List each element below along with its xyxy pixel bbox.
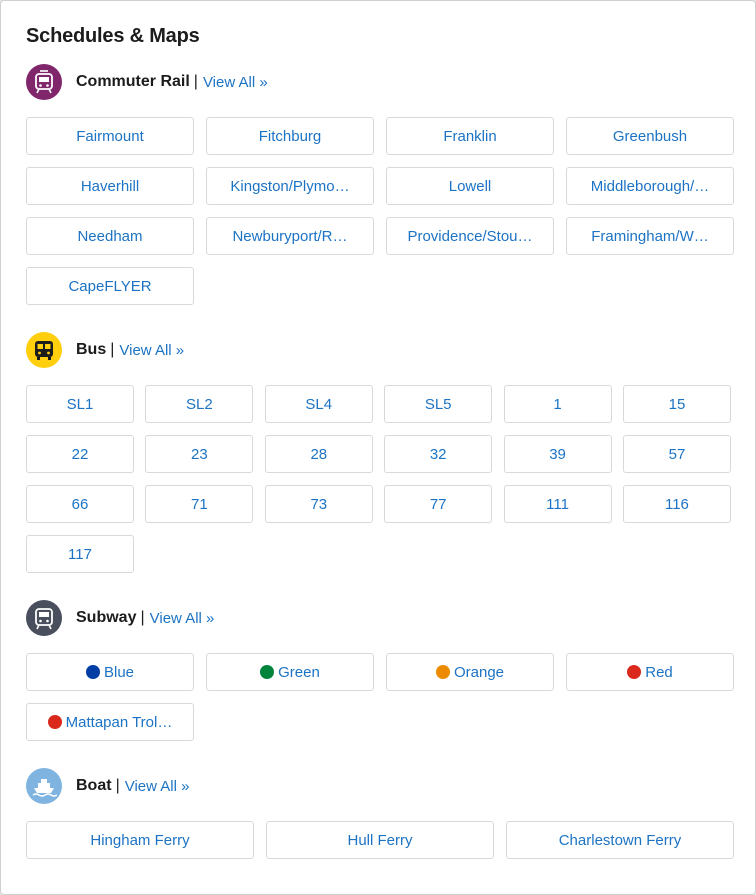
- bus-route-button[interactable]: 1: [503, 385, 612, 423]
- bus-route-button[interactable]: 116: [622, 485, 731, 523]
- bus-icon: [26, 332, 62, 368]
- commuter-rail-header: Commuter Rail | View All »: [26, 62, 268, 102]
- commuter-rail-icon: [26, 64, 62, 100]
- bus-route-button[interactable]: 39: [503, 435, 612, 473]
- bus-route-button[interactable]: 15: [622, 385, 731, 423]
- commuter-rail-lines: Fairmount Fitchburg Franklin Greenbush H…: [26, 117, 734, 305]
- bus-route-button[interactable]: 23: [145, 435, 254, 473]
- subway-line-button[interactable]: Blue: [26, 653, 194, 691]
- boat-view-all-link[interactable]: View All »: [125, 778, 190, 795]
- boat-icon: [26, 768, 62, 804]
- ferry-button[interactable]: Hull Ferry: [266, 821, 494, 859]
- separator: |: [193, 73, 198, 90]
- bus-title: Bus: [76, 341, 107, 358]
- green-line-dot: [260, 665, 275, 679]
- commuter-rail-view-all-link[interactable]: View All »: [203, 74, 268, 91]
- bus-route-button[interactable]: 111: [503, 485, 612, 523]
- commuter-rail-line-button[interactable]: Providence/Stou…: [386, 217, 554, 255]
- separator: |: [140, 609, 145, 626]
- commuter-rail-line-button[interactable]: Fitchburg: [206, 117, 374, 155]
- page-title: Schedules & Maps: [26, 25, 200, 47]
- bus-routes: SL1 SL2 SL4 SL5 1 15 22 23 28 32 39 57 6…: [26, 385, 731, 573]
- subway-title: Subway: [76, 609, 137, 626]
- bus-route-button[interactable]: 77: [384, 485, 493, 523]
- bus-route-button[interactable]: 57: [622, 435, 731, 473]
- subway-header: Subway | View All »: [26, 598, 214, 638]
- subway-line-button[interactable]: Red: [566, 653, 734, 691]
- bus-header: Bus | View All »: [26, 330, 184, 370]
- bus-route-button[interactable]: 66: [26, 485, 134, 523]
- separator: |: [110, 341, 115, 358]
- commuter-rail-line-button[interactable]: Newburyport/R…: [206, 217, 374, 255]
- bus-route-button[interactable]: 71: [145, 485, 254, 523]
- ferry-button[interactable]: Hingham Ferry: [26, 821, 254, 859]
- bus-route-button[interactable]: 32: [384, 435, 493, 473]
- commuter-rail-line-button[interactable]: Greenbush: [566, 117, 734, 155]
- boat-title: Boat: [76, 777, 112, 794]
- boat-header: Boat | View All »: [26, 766, 189, 806]
- subway-line-button[interactable]: Mattapan Trol…: [26, 703, 194, 741]
- ferry-button[interactable]: Charlestown Ferry: [506, 821, 734, 859]
- red-line-dot: [627, 665, 642, 679]
- commuter-rail-line-button[interactable]: Lowell: [386, 167, 554, 205]
- bus-route-button[interactable]: 117: [26, 535, 134, 573]
- bus-route-button[interactable]: 73: [264, 485, 373, 523]
- subway-line-button[interactable]: Green: [206, 653, 374, 691]
- blue-line-dot: [85, 665, 100, 679]
- commuter-rail-line-button[interactable]: Franklin: [386, 117, 554, 155]
- schedules-maps-panel: Schedules & Maps Commuter Rail | View Al…: [0, 0, 756, 895]
- commuter-rail-line-button[interactable]: Middleborough/…: [566, 167, 734, 205]
- commuter-rail-line-button[interactable]: Kingston/Plymo…: [206, 167, 374, 205]
- bus-route-button[interactable]: SL1: [26, 385, 134, 423]
- commuter-rail-title: Commuter Rail: [76, 73, 190, 90]
- subway-line-button[interactable]: Orange: [386, 653, 554, 691]
- commuter-rail-line-button[interactable]: CapeFLYER: [26, 267, 194, 305]
- commuter-rail-line-button[interactable]: Needham: [26, 217, 194, 255]
- boat-lines: Hingham Ferry Hull Ferry Charlestown Fer…: [26, 821, 734, 859]
- bus-route-button[interactable]: 28: [264, 435, 373, 473]
- commuter-rail-line-button[interactable]: Framingham/W…: [566, 217, 734, 255]
- bus-route-button[interactable]: SL5: [384, 385, 493, 423]
- bus-route-button[interactable]: 22: [26, 435, 134, 473]
- subway-view-all-link[interactable]: View All »: [150, 610, 215, 627]
- mattapan-line-dot: [47, 715, 62, 729]
- bus-view-all-link[interactable]: View All »: [119, 342, 184, 359]
- commuter-rail-line-button[interactable]: Fairmount: [26, 117, 194, 155]
- subway-lines: Blue Green Orange Red Mattapan Trol…: [26, 653, 734, 741]
- bus-route-button[interactable]: SL4: [264, 385, 373, 423]
- orange-line-dot: [435, 665, 450, 679]
- separator: |: [115, 777, 120, 794]
- commuter-rail-line-button[interactable]: Haverhill: [26, 167, 194, 205]
- subway-icon: [26, 600, 62, 636]
- bus-route-button[interactable]: SL2: [145, 385, 254, 423]
